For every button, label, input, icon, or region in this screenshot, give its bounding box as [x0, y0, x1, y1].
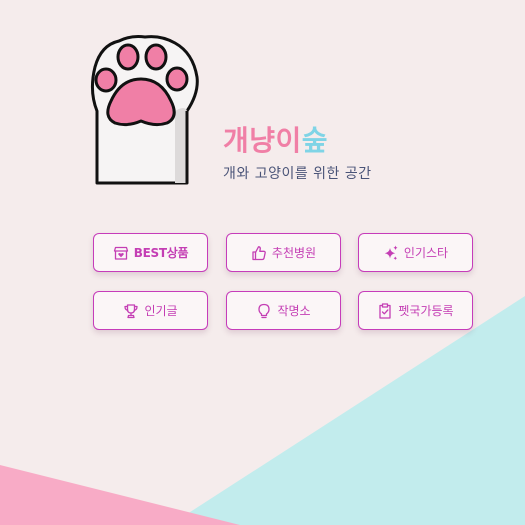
thumbs-up-icon [251, 245, 267, 261]
brand-title: 개냥이숲 [223, 123, 372, 159]
menu-button-best-products[interactable]: BEST상품 [93, 233, 208, 272]
store-heart-icon [113, 245, 129, 261]
menu-button-label: 추천병원 [271, 246, 317, 260]
menu-button-label: 펫국가등록 [398, 304, 454, 318]
menu-button-naming-center[interactable]: 작명소 [226, 291, 341, 330]
menu-button-label: 작명소 [277, 304, 311, 318]
pink-background-shape [0, 465, 240, 525]
cyan-background-shape [170, 296, 525, 525]
brand-title-part1: 개냥이 [223, 124, 302, 157]
sparkle-icon [383, 245, 399, 261]
cat-paw-logo [90, 35, 199, 185]
trophy-icon [123, 303, 139, 319]
lightbulb-icon [256, 303, 272, 319]
menu-button-pet-registration[interactable]: 펫국가등록 [358, 291, 473, 330]
menu-button-popular-stars[interactable]: 인기스타 [358, 233, 473, 272]
menu-button-popular-posts[interactable]: 인기글 [93, 291, 208, 330]
menu-button-label: 인기글 [144, 304, 178, 318]
menu-button-recommended-hospital[interactable]: 추천병원 [226, 233, 341, 272]
menu-button-label: 인기스타 [403, 246, 449, 260]
menu-button-label: BEST상품 [133, 246, 189, 260]
brand-block: 개냥이숲 개와 고양이를 위한 공간 [223, 123, 372, 183]
brand-subtitle: 개와 고양이를 위한 공간 [223, 166, 372, 182]
clipboard-check-icon [377, 302, 393, 319]
brand-title-part2: 숲 [301, 124, 329, 157]
